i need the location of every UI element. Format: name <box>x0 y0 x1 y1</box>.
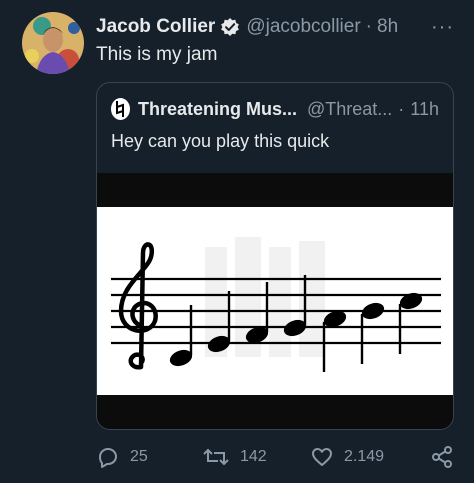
quoted-author-name[interactable]: Threatening Mus... <box>138 99 297 120</box>
quoted-tweet-header: Threatening Mus... @Threat... · 11h <box>111 97 439 121</box>
reply-button[interactable]: 25 <box>96 440 148 474</box>
time-separator: · <box>365 16 372 37</box>
like-count: 2.149 <box>344 448 385 465</box>
quoted-time-separator: · <box>398 98 405 119</box>
retweet-icon <box>203 448 229 466</box>
more-icon[interactable]: ··· <box>431 16 454 39</box>
share-icon <box>432 446 452 468</box>
quoted-tweet-text: Hey can you play this quick <box>111 131 330 151</box>
action-bar: 25 142 2.149 <box>96 440 466 474</box>
quoted-author-handle[interactable]: @Threat... <box>307 99 392 120</box>
quoted-tweet[interactable]: Threatening Mus... @Threat... · 11h Hey … <box>96 82 454 430</box>
retweet-count: 142 <box>240 448 267 465</box>
tweet-header: Jacob Collier @jacobcollier · 8h ··· <box>96 14 460 40</box>
natural-sign-icon[interactable] <box>111 98 130 120</box>
avatar[interactable] <box>22 12 84 74</box>
treble-clef-icon <box>118 242 158 370</box>
author-name[interactable]: Jacob Collier <box>96 16 215 38</box>
reply-count: 25 <box>130 448 148 465</box>
like-icon <box>312 448 332 466</box>
quoted-media[interactable] <box>97 173 453 429</box>
reply-icon <box>99 448 117 468</box>
retweet-button[interactable]: 142 <box>202 440 267 474</box>
tweet-text: This is my jam <box>96 44 218 65</box>
sheet-music-image <box>97 207 453 395</box>
quoted-tweet-time[interactable]: 11h <box>410 99 439 120</box>
verified-badge-icon <box>220 17 240 37</box>
share-button[interactable] <box>430 440 464 474</box>
author-handle[interactable]: @jacobcollier <box>246 16 360 38</box>
tweet-time[interactable]: 8h <box>377 16 398 38</box>
like-button[interactable]: 2.149 <box>310 440 384 474</box>
